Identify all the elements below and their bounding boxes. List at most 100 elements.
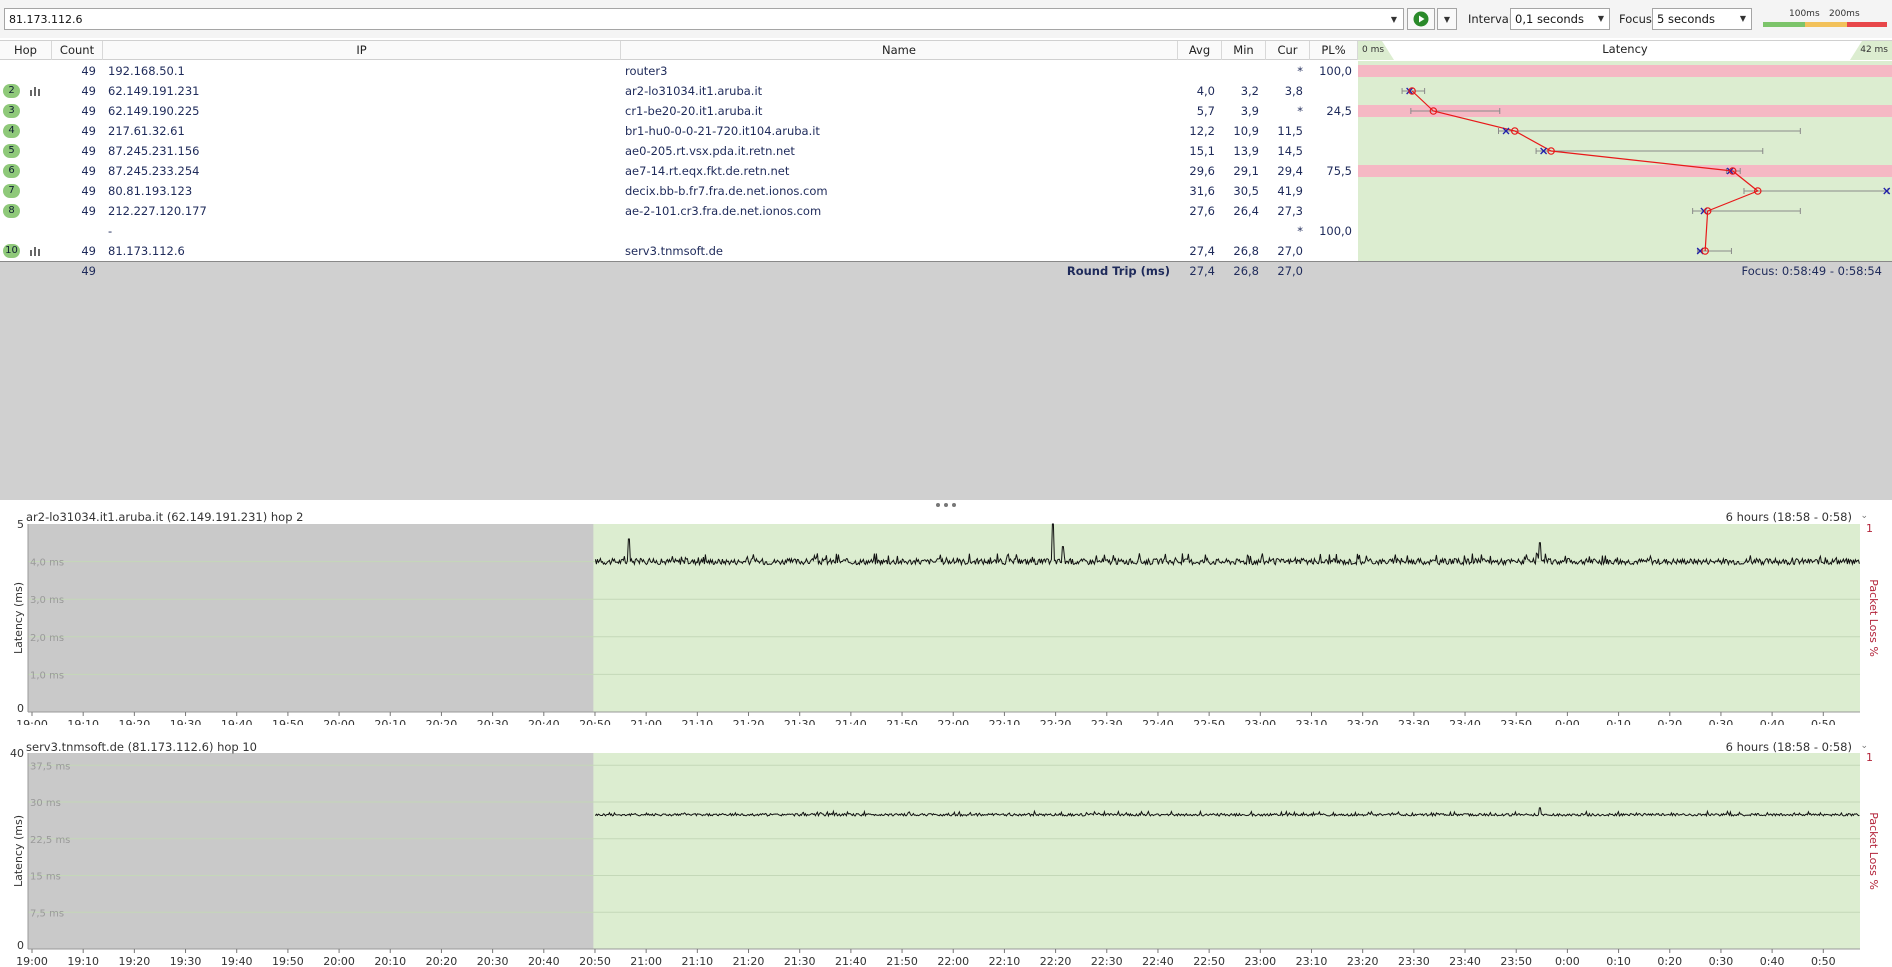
time-tick-label: 21:00	[630, 955, 662, 967]
focus-value: 5 seconds	[1657, 12, 1715, 26]
cell-cur: 11,5	[1277, 124, 1303, 138]
col-header-cur[interactable]: Cur	[1266, 41, 1310, 60]
focus-select[interactable]: 5 seconds ▼	[1652, 8, 1752, 30]
time-tick-label: 0:30	[1709, 718, 1734, 725]
no-data-region	[28, 753, 594, 949]
time-tick-label: 0:20	[1657, 718, 1682, 725]
time-tick-label: 20:20	[426, 718, 458, 725]
cell-name: serv3.tnmsoft.de	[625, 244, 723, 258]
cell-avg	[1178, 61, 1215, 81]
y-axis-bottom: 0	[17, 939, 24, 952]
cell-avg: 15,1	[1189, 144, 1215, 158]
round-trip-label: Round Trip (ms)	[1066, 264, 1170, 278]
hop-number-badge: 10	[3, 244, 20, 258]
time-tick-label: 23:40	[1449, 955, 1481, 967]
table-row[interactable]: 6 49 87.245.233.254 ae7-14.rt.eqx.fkt.de.re…	[0, 161, 1358, 181]
table-row[interactable]: - * 100,0	[0, 221, 1358, 241]
col-header-pl[interactable]: PL%	[1310, 41, 1358, 60]
cell-count: 49	[81, 124, 96, 138]
cell-name: ae0-205.rt.vsx.pda.it.retn.net	[625, 144, 795, 158]
bar-graph-icon[interactable]	[30, 86, 42, 96]
cell-avg: 27,6	[1189, 204, 1215, 218]
chart-range-caret-icon[interactable]: ⌄	[1860, 511, 1868, 521]
time-tick-label: 23:00	[1244, 955, 1276, 967]
cell-count: 49	[81, 164, 96, 178]
table-row[interactable]: 10 49 81.173.112.6 serv3.tnmsoft.de 27,4 26,8…	[0, 241, 1358, 261]
col-header-min[interactable]: Min	[1222, 41, 1266, 60]
cell-ip: 212.227.120.177	[108, 204, 207, 218]
cell-name: br1-hu0-0-0-21-720.it104.aruba.it	[625, 124, 820, 138]
time-tick-label: 19:20	[119, 718, 151, 725]
cell-avg: 4,0	[1196, 84, 1215, 98]
interval-select[interactable]: 0,1 seconds ▼	[1510, 8, 1610, 30]
col-header-ip[interactable]: IP	[103, 41, 621, 60]
latency-max-label: 42 ms	[1860, 45, 1888, 55]
target-input[interactable]	[5, 9, 1383, 29]
time-tick-label: 22:20	[1040, 955, 1072, 967]
cell-ip: 217.61.32.61	[108, 124, 185, 138]
packet-loss-band	[1358, 165, 1892, 177]
cell-cur: *	[1297, 104, 1303, 118]
time-tick-label: 0:20	[1657, 955, 1682, 967]
start-options-dropdown-icon[interactable]: ▼	[1437, 8, 1457, 30]
y-axis-label: Latency (ms)	[12, 815, 25, 887]
target-dropdown-icon[interactable]: ▼	[1385, 9, 1403, 29]
cell-cur: *	[1297, 64, 1303, 78]
y-axis-top: 5	[17, 518, 24, 531]
chart-range-caret-icon[interactable]: ⌄	[1860, 741, 1868, 751]
time-tick-label: 23:30	[1398, 955, 1430, 967]
start-trace-button[interactable]	[1407, 8, 1435, 30]
table-row[interactable]: 3 49 62.149.190.225 cr1-be20-20.it1.aruba.i…	[0, 101, 1358, 121]
cell-count: 49	[81, 204, 96, 218]
cell-min	[1222, 61, 1259, 81]
cell-name: ae-2-101.cr3.fra.de.net.ionos.com	[625, 204, 822, 218]
y2-axis-label: Packet Loss %	[1867, 812, 1880, 890]
table-row[interactable]: 8 49 212.227.120.177 ae-2-101.cr3.fra.de.ne…	[0, 201, 1358, 221]
latency-graph	[1358, 65, 1892, 255]
time-tick-label: 21:10	[681, 718, 713, 725]
y2-axis-top: 1	[1866, 522, 1873, 535]
col-header-name[interactable]: Name	[621, 41, 1178, 60]
hop-number-badge: 3	[3, 104, 20, 118]
cell-cur: 3,8	[1284, 84, 1303, 98]
play-icon	[1413, 11, 1429, 27]
table-row[interactable]: 7 49 80.81.193.123 decix.bb-b.fr7.fra.de.ne…	[0, 181, 1358, 201]
time-tick-label: 22:20	[1040, 718, 1072, 725]
y2-axis-label: Packet Loss %	[1867, 579, 1880, 657]
packet-loss-band	[1358, 65, 1892, 77]
col-header-hop[interactable]: Hop	[0, 41, 52, 60]
table-row[interactable]: 5 49 87.245.231.156 ae0-205.rt.vsx.pda.it.r…	[0, 141, 1358, 161]
bar-graph-icon[interactable]	[30, 246, 42, 256]
focus-label: Focus	[1619, 12, 1652, 26]
chart-title: serv3.tnmsoft.de (81.173.112.6) hop 10	[26, 740, 257, 754]
grid-label: 1,0 ms	[30, 670, 64, 681]
cell-min: 13,9	[1233, 144, 1259, 158]
time-tick-label: 0:10	[1606, 718, 1631, 725]
hop-number-badge: 6	[3, 164, 20, 178]
grid-label: 7,5 ms	[30, 908, 64, 919]
col-header-avg[interactable]: Avg	[1178, 41, 1222, 60]
grid-label: 22,5 ms	[30, 835, 70, 846]
pane-splitter[interactable]	[0, 500, 1892, 510]
target-combo[interactable]: ▼	[4, 8, 1404, 30]
time-tick-label: 23:50	[1500, 718, 1532, 725]
table-row[interactable]: 4 49 217.61.32.61 br1-hu0-0-0-21-720.it104.…	[0, 121, 1358, 141]
chart-range[interactable]: 6 hours (18:58 - 0:58)	[1726, 510, 1852, 524]
col-header-latency[interactable]: 0 ms Latency 42 ms	[1358, 41, 1892, 60]
table-row[interactable]: 2 49 62.149.191.231 ar2-lo31034.it1.aruba.i…	[0, 81, 1358, 101]
cell-avg: 12,2	[1189, 124, 1215, 138]
chart-range[interactable]: 6 hours (18:58 - 0:58)	[1726, 740, 1852, 754]
cell-pl	[1310, 121, 1352, 141]
time-tick-label: 23:40	[1449, 718, 1481, 725]
cell-avg: 29,6	[1189, 164, 1215, 178]
grid-label: 4,0 ms	[30, 558, 64, 569]
timeline-chart-hop10-svg: 37,5 ms 30 ms 22,5 ms 15 ms 7,5 ms 40 0 1 Latenc…	[10, 747, 1880, 967]
interval-label: Interval	[1468, 12, 1513, 26]
table-row[interactable]: 49 192.168.50.1 router3 * 100,0	[0, 61, 1358, 81]
cell-name: ar2-lo31034.it1.aruba.it	[625, 84, 763, 98]
time-tick-label: 22:50	[1193, 718, 1225, 725]
col-header-count[interactable]: Count	[52, 41, 103, 60]
table-header: Hop Count IP Name Avg Min Cur PL% 0 ms L…	[0, 40, 1892, 60]
toolbar: ▼ ▼ Interval 0,1 seconds ▼ Focus 5 secon…	[0, 0, 1892, 38]
latency-legend-scale: 100ms 200ms	[1763, 9, 1887, 29]
